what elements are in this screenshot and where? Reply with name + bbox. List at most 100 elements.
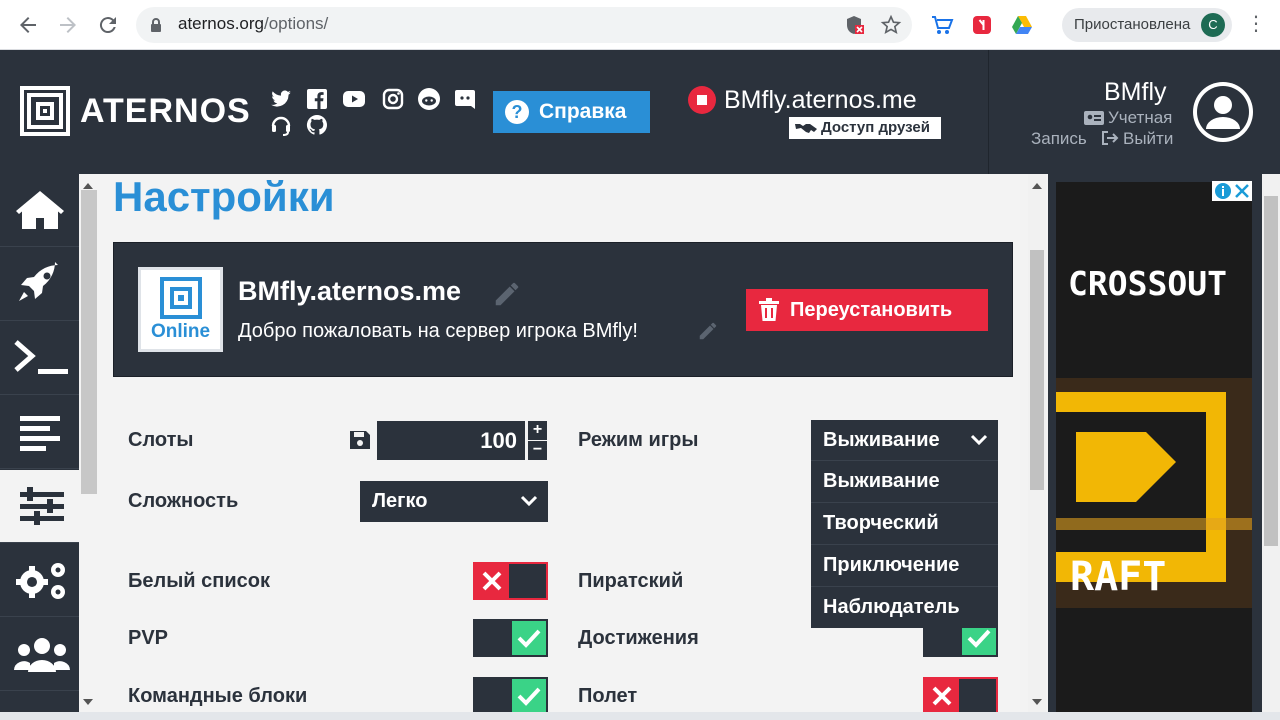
- server-status-box: Online: [138, 267, 223, 352]
- sidebar-item-console[interactable]: [0, 322, 79, 395]
- site-header: ATERNOS ? Справка BMfly.aternos.me Досту…: [0, 50, 1280, 174]
- flight-label: Полет: [578, 685, 638, 707]
- youtube-icon[interactable]: [342, 87, 366, 111]
- trash-icon: [759, 298, 779, 321]
- sidebar-item-settings[interactable]: [0, 544, 79, 617]
- gamemode-option[interactable]: Выживание: [811, 461, 998, 503]
- sidebar-item-home[interactable]: [0, 174, 79, 247]
- logo-text[interactable]: ATERNOS: [80, 92, 251, 131]
- header-server-address: BMfly.aternos.me: [724, 86, 917, 114]
- scroll-down-arrow-icon[interactable]: [1031, 698, 1043, 706]
- account-link[interactable]: Учетная: [1108, 108, 1172, 128]
- twitter-icon[interactable]: [269, 87, 293, 111]
- menu-icon[interactable]: ⋮: [1246, 13, 1266, 37]
- reload-icon[interactable]: [96, 13, 120, 37]
- toggle-off-knob: [475, 564, 509, 598]
- ad-controls: [1212, 181, 1252, 201]
- users-icon: [14, 638, 70, 672]
- profile-button[interactable]: Приостановлена C: [1062, 8, 1232, 42]
- back-arrow-icon[interactable]: [16, 13, 40, 37]
- flight-toggle[interactable]: [923, 677, 998, 715]
- url-text: aternos.org/options/: [178, 14, 329, 33]
- drive-extension-icon[interactable]: [1010, 13, 1034, 37]
- chevron-down-icon: [970, 434, 988, 446]
- home-icon: [16, 191, 64, 229]
- pvp-toggle[interactable]: [473, 619, 548, 657]
- slots-increase-button[interactable]: +: [528, 421, 547, 440]
- window-scrollbar[interactable]: [1262, 174, 1280, 720]
- scroll-up-arrow-icon[interactable]: [82, 182, 94, 190]
- scrollbar-thumb[interactable]: [1264, 196, 1278, 546]
- github-icon[interactable]: [305, 113, 329, 137]
- handshake-icon: [795, 124, 817, 133]
- browser-toolbar: aternos.org/options/ Приостановлена C ⋮: [0, 0, 1280, 50]
- pvp-label: PVP: [128, 627, 169, 649]
- server-status-text: Online: [150, 321, 211, 342]
- help-button[interactable]: ? Справка: [493, 91, 650, 133]
- shield-blocked-icon[interactable]: [844, 14, 866, 36]
- edit-motd-pencil-icon[interactable]: [697, 320, 719, 342]
- star-icon[interactable]: [880, 14, 902, 36]
- rocket-icon: [19, 262, 58, 301]
- x-icon: [482, 571, 502, 591]
- user-avatar-icon[interactable]: [1193, 82, 1253, 142]
- yandex-extension-icon[interactable]: [970, 13, 994, 37]
- slots-input[interactable]: 100: [377, 421, 525, 460]
- header-divider: [988, 50, 989, 174]
- reddit-icon[interactable]: [417, 87, 441, 111]
- sidebar: [0, 174, 79, 720]
- gamemode-option[interactable]: Наблюдатель: [811, 587, 998, 629]
- edit-address-pencil-icon[interactable]: [492, 279, 522, 309]
- instagram-icon[interactable]: [381, 87, 405, 111]
- difficulty-select[interactable]: Легко: [360, 481, 548, 522]
- forward-arrow-icon[interactable]: [56, 13, 80, 37]
- sidebar-item-options[interactable]: [0, 470, 79, 543]
- scroll-down-arrow-icon[interactable]: [82, 698, 94, 706]
- sidebar-item-players[interactable]: [0, 618, 79, 691]
- commandblocks-toggle[interactable]: [473, 677, 548, 715]
- crossout-ad-artwork: [1056, 182, 1252, 720]
- gamemode-option[interactable]: Приключение: [811, 545, 998, 587]
- username: BMfly: [1104, 78, 1167, 106]
- ad-subtext: RAFT: [1070, 554, 1167, 600]
- cart-extension-icon[interactable]: [930, 13, 954, 37]
- facebook-icon[interactable]: [305, 87, 329, 111]
- scroll-up-arrow-icon[interactable]: [1031, 182, 1043, 190]
- scrollbar-thumb[interactable]: [1030, 250, 1044, 490]
- gamemode-select[interactable]: Выживание: [811, 420, 998, 461]
- page-title: Настройки: [113, 173, 335, 220]
- check-icon: [517, 629, 541, 648]
- advertisement-banner[interactable]: CROSSOUT RAFT: [1056, 182, 1252, 720]
- reinstall-button[interactable]: Переустановить: [746, 289, 988, 331]
- commandblocks-label: Командные блоки: [128, 685, 308, 707]
- headset-support-icon[interactable]: [269, 113, 293, 137]
- question-icon: ?: [505, 100, 529, 124]
- ad-close-icon[interactable]: [1234, 183, 1250, 199]
- log-lines-icon: [20, 416, 60, 451]
- sidebar-item-server[interactable]: [0, 248, 79, 321]
- whitelist-toggle[interactable]: [473, 562, 548, 600]
- server-stop-icon[interactable]: [688, 86, 716, 114]
- server-motd: Добро пожаловать на сервер игрока BMfly!: [238, 320, 638, 342]
- aternos-logo-icon[interactable]: [20, 86, 70, 136]
- logout-link[interactable]: Выйти: [1123, 129, 1173, 149]
- gears-icon: [16, 563, 65, 599]
- x-icon: [932, 686, 952, 706]
- toggle-off-knob: [925, 679, 959, 713]
- friends-access-button[interactable]: Доступ друзей: [789, 117, 941, 139]
- discord-icon[interactable]: [453, 87, 477, 111]
- sidebar-item-log[interactable]: [0, 396, 79, 469]
- content-scrollbar[interactable]: [1028, 174, 1046, 720]
- chevron-down-icon: [520, 495, 538, 507]
- achievements-label: Достижения: [578, 627, 699, 649]
- slots-decrease-button[interactable]: −: [528, 441, 547, 460]
- main-scrollbar[interactable]: [81, 190, 97, 494]
- slots-label: Слоты: [128, 429, 194, 451]
- cracked-label: Пиратский: [578, 570, 684, 592]
- gamemode-label: Режим игры: [578, 429, 699, 451]
- gamemode-option[interactable]: Творческий: [811, 503, 998, 545]
- account-link-line2[interactable]: Запись: [1031, 129, 1087, 149]
- save-icon[interactable]: [349, 430, 371, 450]
- ad-info-icon[interactable]: [1214, 182, 1232, 200]
- gamemode-dropdown: Выживание Творческий Приключение Наблюда…: [811, 460, 998, 628]
